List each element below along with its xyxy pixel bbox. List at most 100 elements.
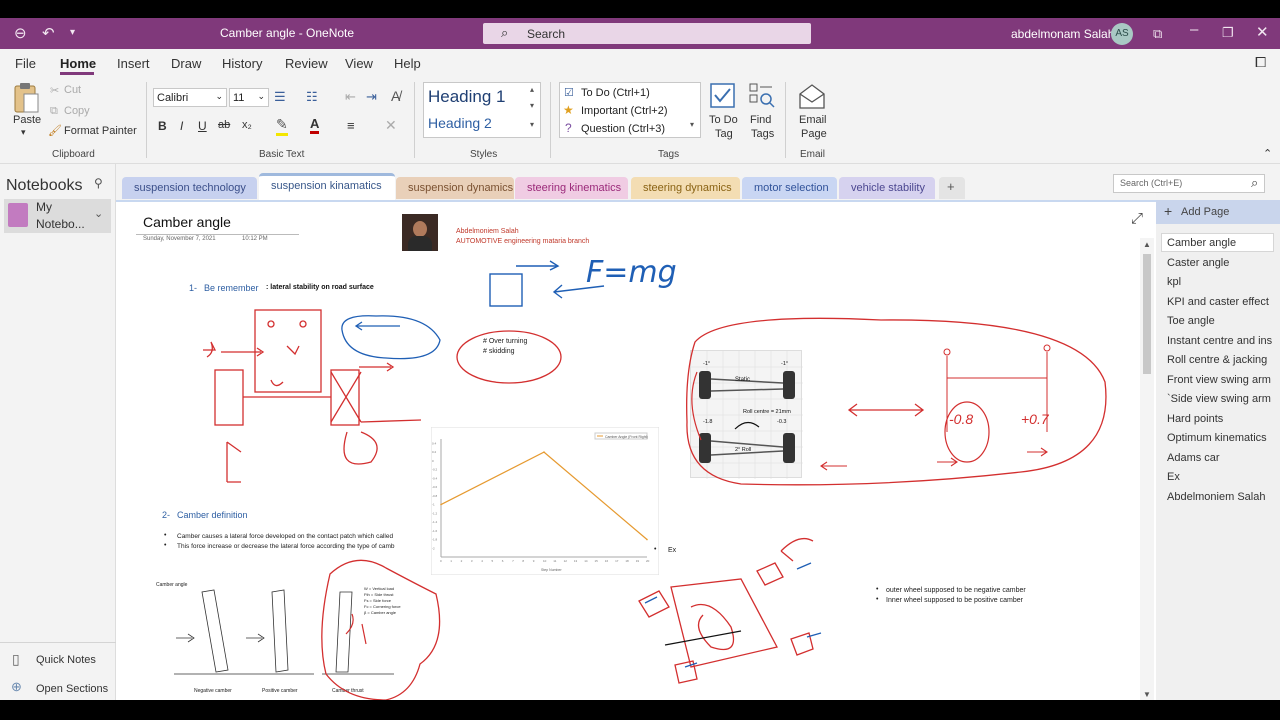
ink-vehicle-top-view[interactable] (631, 527, 836, 692)
page-item[interactable]: Optimum kinematics (1167, 432, 1267, 444)
heading2-style[interactable]: Heading 2 (428, 115, 492, 131)
font-size-select[interactable]: 11 ⌄ (229, 88, 269, 107)
page-title[interactable]: Camber angle (143, 214, 231, 230)
tab-vehicle-stability[interactable]: vehicle stability (839, 177, 935, 199)
find-tags-button[interactable]: Find (750, 114, 771, 126)
close-icon[interactable]: ✕ (1256, 23, 1269, 41)
add-page-bar[interactable]: + Add Page (1156, 200, 1280, 224)
todo-tag[interactable]: To Do (Ctrl+1) (581, 87, 650, 99)
menu-help[interactable]: Help (394, 56, 421, 71)
menu-file[interactable]: File (15, 56, 36, 71)
back-icon[interactable]: ⊖ (14, 24, 27, 42)
page-canvas[interactable]: Camber angle Sunday, November 7, 2021 10… (116, 200, 1156, 702)
search-pages-input[interactable]: Search (Ctrl+E) ⌕ (1113, 174, 1265, 193)
menu-draw[interactable]: Draw (171, 56, 201, 71)
quick-access-dropdown-icon[interactable]: ▾ (70, 27, 75, 38)
maximize-icon[interactable]: ❐ (1222, 25, 1234, 41)
ink-force-formula[interactable]: F=mg (486, 252, 686, 312)
numbering-icon[interactable]: ☷ (306, 89, 318, 105)
tab-motor-selection[interactable]: motor selection (742, 177, 837, 199)
search-box[interactable]: ⌕ Search (483, 23, 811, 44)
paste-icon[interactable] (12, 82, 40, 114)
scroll-up-icon[interactable]: ▴ (530, 85, 534, 94)
page-item[interactable]: KPI and caster effect (1167, 296, 1269, 308)
share-icon[interactable]: ⧠ (1255, 54, 1266, 71)
page-item[interactable]: Adams car (1167, 452, 1220, 464)
menu-insert[interactable]: Insert (117, 56, 150, 71)
open-sections-link[interactable]: Open Sections (36, 683, 108, 695)
menu-view[interactable]: View (345, 56, 373, 71)
question-tag[interactable]: Question (Ctrl+3) (581, 123, 665, 135)
page-item[interactable]: kpl (1167, 276, 1181, 288)
heading1-style[interactable]: Heading 1 (428, 87, 506, 107)
add-page-button[interactable]: Add Page (1181, 206, 1229, 218)
strikethrough-icon[interactable]: ab (218, 119, 230, 131)
ink-red-loop[interactable]: -0.8 +0.7 (681, 312, 1113, 492)
clear-formatting-icon[interactable]: A̸ (391, 88, 400, 104)
user-name[interactable]: abdelmonam Salah (1011, 27, 1114, 41)
avatar[interactable]: AS (1111, 23, 1133, 45)
format-painter-button[interactable]: Format Painter (64, 125, 137, 137)
font-color-icon[interactable]: A (310, 116, 320, 134)
ink-blue-loop[interactable] (336, 310, 446, 365)
bold-icon[interactable]: B (158, 119, 167, 133)
styles-gallery[interactable]: Heading 1 Heading 2 ▴ ▾ ▾ (423, 82, 541, 138)
menu-history[interactable]: History (222, 56, 262, 71)
collapse-ribbon-icon[interactable]: ⌃ (1263, 147, 1272, 160)
vertical-scrollbar[interactable]: ▲ ▼ (1140, 238, 1154, 702)
page-item[interactable]: Instant centre and ins (1167, 335, 1277, 347)
expand-icon[interactable]: ⤢ (1131, 210, 1143, 227)
highlight-icon[interactable]: ✎ (276, 116, 288, 136)
scrollbar-thumb[interactable] (1143, 254, 1151, 374)
more-styles-icon[interactable]: ▾ (530, 120, 534, 129)
more-tags-icon[interactable]: ▾ (690, 120, 694, 129)
copy-button[interactable]: Copy (64, 105, 90, 117)
email-page-button[interactable]: Email (799, 114, 827, 126)
find-tags-button-line2[interactable]: Tags (751, 128, 774, 140)
page-item[interactable]: Caster angle (1167, 257, 1229, 269)
page-item[interactable]: Camber angle (1167, 237, 1236, 249)
notebook-my-notebook[interactable]: My Notebo... ⌄ (4, 199, 111, 233)
page-item[interactable]: Roll centre & jacking (1167, 354, 1267, 366)
menu-review[interactable]: Review (285, 56, 328, 71)
todo-tag-button-line2[interactable]: Tag (715, 128, 733, 140)
pin-icon[interactable]: ⚲ (94, 176, 103, 190)
camber-angle-chart[interactable]: Camber Angle (Front Right) 0 1 2 3 4 5 6 7 8 9 10 1… (431, 427, 659, 575)
scroll-down-icon[interactable]: ▾ (530, 101, 534, 110)
tab-suspension-dynamics[interactable]: suspension dynamics (396, 177, 514, 199)
font-name-select[interactable]: Calibri ⌄ (153, 88, 227, 107)
tab-steering-kinematics[interactable]: steering kinematics (515, 177, 628, 199)
scroll-down-icon[interactable]: ▼ (1143, 690, 1151, 699)
page-item[interactable]: Toe angle (1167, 315, 1215, 327)
page-item[interactable]: Hard points (1167, 413, 1223, 425)
underline-icon[interactable]: U (198, 119, 207, 133)
email-icon[interactable] (798, 82, 826, 110)
scroll-up-icon[interactable]: ▲ (1143, 240, 1151, 249)
bullets-icon[interactable]: ☰ (274, 89, 286, 105)
minimize-icon[interactable]: – (1190, 21, 1198, 38)
page-item[interactable]: Abdelmoniem Salah (1167, 491, 1265, 503)
undo-icon[interactable]: ↶ (42, 24, 55, 42)
ink-red-bubble[interactable] (454, 327, 566, 387)
paste-button[interactable]: Paste (13, 114, 41, 126)
page-item[interactable]: Front view swing arm (1167, 374, 1271, 386)
increase-indent-icon[interactable]: ⇥ (366, 89, 377, 105)
tags-gallery[interactable]: ☑ To Do (Ctrl+1) ★ Important (Ctrl+2) ? … (559, 82, 701, 138)
paste-dropdown-icon[interactable]: ▾ (21, 127, 26, 138)
align-icon[interactable]: ≡ (347, 118, 355, 133)
page-item[interactable]: `Side view swing arm (1167, 393, 1271, 405)
tab-steering-dynamics[interactable]: steering dynamics (631, 177, 740, 199)
tab-suspension-kinamatics[interactable]: suspension kinamatics (259, 173, 395, 200)
add-section-icon[interactable]: + (939, 177, 965, 199)
subscript-icon[interactable]: x₂ (242, 119, 252, 131)
page-item[interactable]: Ex (1167, 471, 1180, 483)
important-tag[interactable]: Important (Ctrl+2) (581, 105, 668, 117)
fullscreen-icon[interactable]: ⧉ (1153, 26, 1162, 42)
email-page-button-line2[interactable]: Page (801, 128, 827, 140)
tab-suspension-technology[interactable]: suspension technology (122, 177, 257, 199)
todo-tag-icon[interactable] (709, 82, 737, 110)
italic-icon[interactable]: I (180, 119, 183, 133)
find-tags-icon[interactable] (748, 82, 776, 110)
quick-notes-link[interactable]: Quick Notes (36, 654, 96, 666)
menu-home[interactable]: Home (60, 56, 96, 71)
